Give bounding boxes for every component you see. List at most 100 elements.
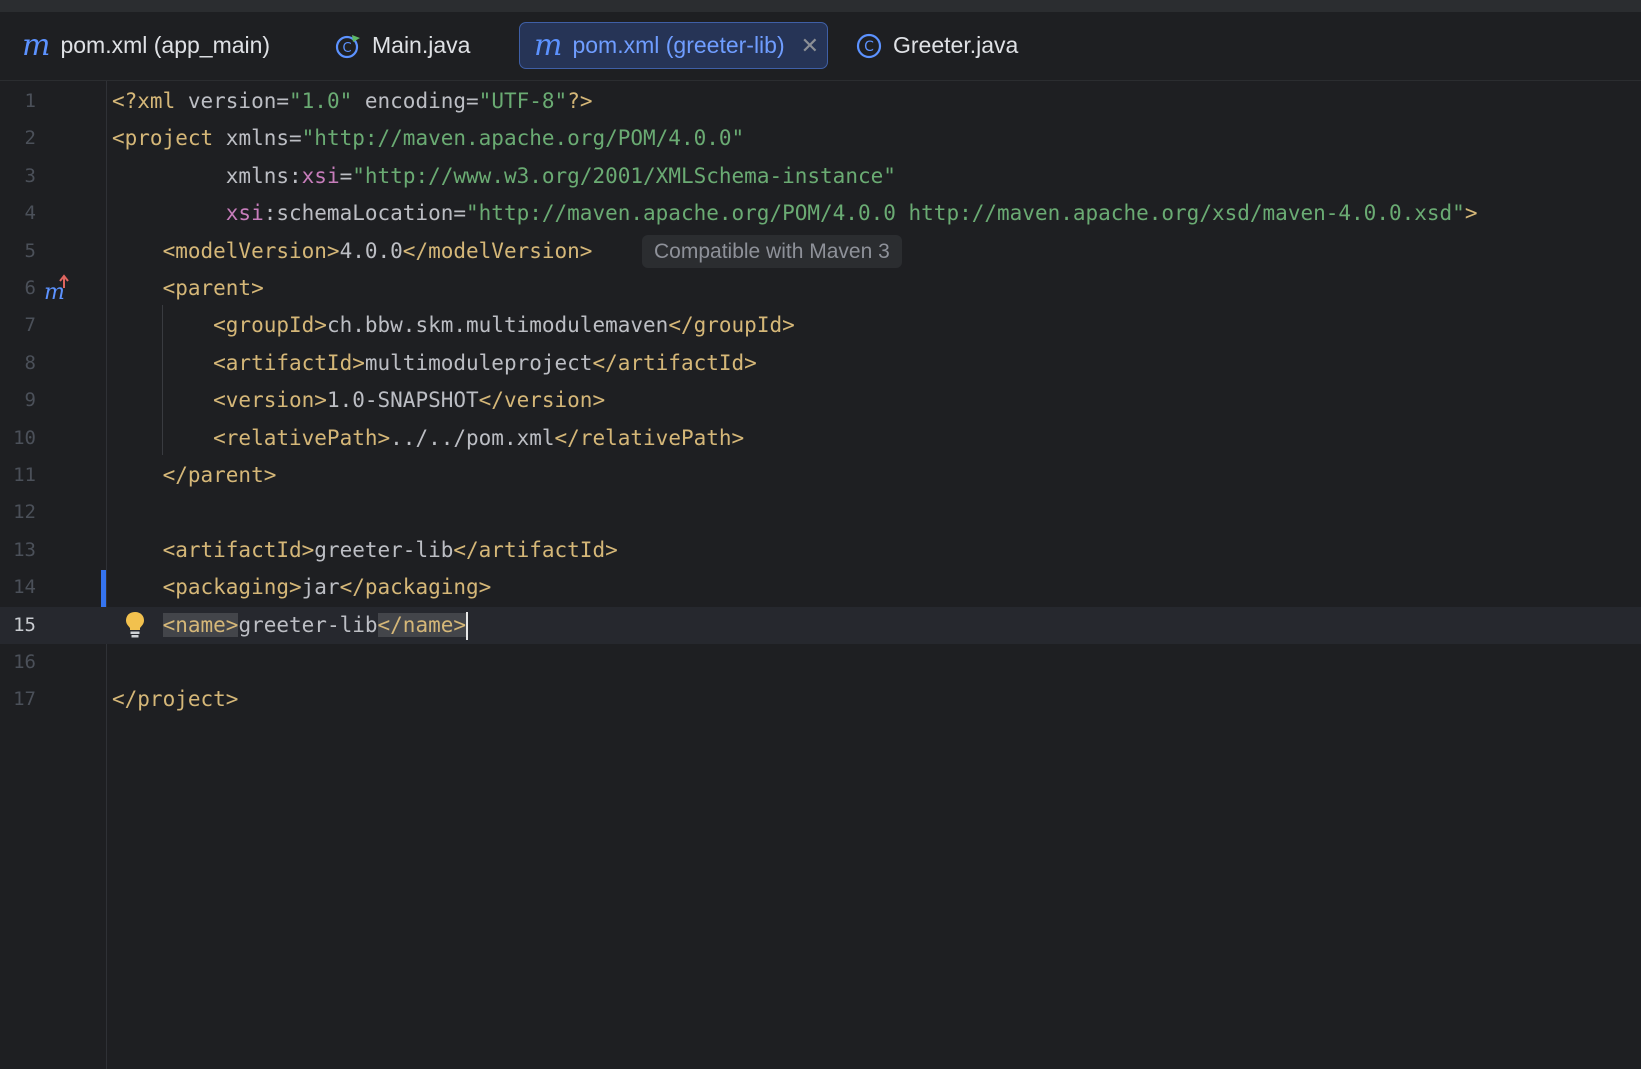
tab-pom-greeter-lib[interactable]: m pom.xml (greeter-lib) ✕ bbox=[519, 22, 828, 69]
code-line[interactable]: 2 <project xmlns="http://maven.apache.org… bbox=[0, 120, 1641, 157]
code-token: </groupId> bbox=[668, 313, 795, 338]
code-line[interactable]: 10 <relativePath>../../pom.xml</relative… bbox=[0, 420, 1641, 457]
code-token: <project bbox=[112, 126, 226, 151]
maven-icon: m bbox=[22, 27, 51, 63]
svg-text:C: C bbox=[864, 39, 874, 55]
code-token: "http://maven.apache.org/POM/4.0.0" bbox=[301, 126, 745, 151]
code-text[interactable]: <project xmlns="http://maven.apache.org/… bbox=[112, 120, 744, 157]
tab-label: pom.xml (greeter-lib) bbox=[572, 32, 785, 58]
code-text[interactable]: <parent> bbox=[112, 270, 264, 307]
line-number: 5 bbox=[24, 239, 36, 262]
code-token: </version> bbox=[478, 388, 606, 413]
code-token: :schemaLocation= bbox=[263, 201, 467, 226]
lightbulb-icon[interactable] bbox=[124, 611, 146, 644]
line-number: 9 bbox=[24, 389, 36, 412]
code-token: > bbox=[1464, 201, 1478, 226]
tab-label: Greeter.java bbox=[893, 32, 1019, 58]
code-token: </modelVersion> bbox=[402, 238, 593, 263]
code-token: "UTF-8" bbox=[478, 89, 568, 113]
line-number: 8 bbox=[24, 351, 36, 374]
code-text[interactable]: <version>1.0-SNAPSHOT</version> bbox=[112, 382, 605, 419]
code-token: xsi bbox=[112, 201, 264, 226]
line-number: 14 bbox=[13, 576, 36, 599]
code-line[interactable]: 17 </project> bbox=[0, 681, 1641, 718]
code-line[interactable]: 3 xmlns:xsi="http://www.w3.org/2001/XMLS… bbox=[0, 158, 1641, 195]
inlay-hint-maven-compat[interactable]: Compatible with Maven 3 bbox=[642, 234, 902, 268]
code-token: <version> bbox=[112, 388, 327, 413]
code-token: <relativePath> bbox=[112, 425, 391, 450]
code-token: <artifactId> bbox=[112, 537, 315, 562]
code-text[interactable]: </parent> bbox=[112, 457, 277, 494]
line-number: 4 bbox=[24, 202, 36, 225]
line-number: 11 bbox=[13, 464, 36, 486]
code-line[interactable]: 5 <modelVersion>4.0.0</modelVersion> Comp… bbox=[0, 233, 1641, 270]
tab-label: pom.xml (app_main) bbox=[60, 32, 271, 58]
code-text[interactable]: xmlns:xsi="http://www.w3.org/2001/XMLSch… bbox=[112, 158, 896, 195]
code-token: </artifactId> bbox=[592, 350, 757, 375]
code-token: 4.0.0 bbox=[339, 238, 403, 263]
code-text[interactable]: <?xml version="1.0" encoding="UTF-8"?> bbox=[112, 83, 592, 120]
code-line[interactable]: 14 <packaging>jar</packaging> bbox=[0, 569, 1641, 606]
code-token: "http://www.w3.org/2001/XMLSchema-instan… bbox=[352, 163, 896, 188]
line-number: 6 bbox=[24, 277, 36, 299]
code-line[interactable]: 15 <name>greeter-lib</name> bbox=[0, 606, 1641, 644]
code-token: <parent> bbox=[112, 276, 264, 300]
maven-icon: m bbox=[534, 27, 563, 63]
code-token: ../../pom.xml bbox=[390, 425, 555, 450]
code-token: 1.0-SNAPSHOT bbox=[326, 388, 479, 413]
code-line[interactable]: 16 bbox=[0, 644, 1641, 681]
code-token: ch.bbw.skm.multimodulemaven bbox=[326, 313, 669, 338]
code-text[interactable]: <name>greeter-lib</name> bbox=[112, 607, 469, 644]
line-number: 10 bbox=[13, 426, 36, 449]
line-number: 2 bbox=[24, 127, 36, 150]
code-line[interactable]: 1 <?xml version="1.0" encoding="UTF-8"?> bbox=[0, 83, 1641, 120]
close-tab-icon[interactable]: ✕ bbox=[801, 33, 819, 59]
code-token: </packaging> bbox=[339, 575, 492, 600]
code-line[interactable]: 7 <groupId>ch.bbw.skm.multimodulemaven</… bbox=[0, 307, 1641, 344]
code-line[interactable]: 11 </parent> bbox=[0, 457, 1641, 494]
code-token: xmlns: bbox=[112, 163, 302, 188]
code-text[interactable]: <packaging>jar</packaging> bbox=[112, 569, 492, 606]
line-number: 16 bbox=[13, 651, 36, 673]
code-token: encoding= bbox=[352, 89, 479, 113]
code-line[interactable]: 13 <artifactId>greeter-lib</artifactId> bbox=[0, 532, 1641, 569]
tab-main-java[interactable]: C Main.java bbox=[334, 22, 470, 69]
svg-text:C: C bbox=[342, 41, 351, 56]
line-number: 17 bbox=[13, 688, 36, 711]
code-token: </project> bbox=[112, 687, 239, 712]
code-token: "1.0" bbox=[289, 89, 353, 113]
code-token: <?xml bbox=[112, 89, 188, 113]
code-line[interactable]: 9 <version>1.0-SNAPSHOT</version> bbox=[0, 382, 1641, 419]
code-editor[interactable]: 1 <?xml version="1.0" encoding="UTF-8"?> 2… bbox=[0, 81, 1641, 1069]
code-text[interactable]: </project> bbox=[112, 681, 238, 718]
tab-greeter-java[interactable]: C Greeter.java bbox=[855, 22, 1018, 69]
window-top-strip bbox=[0, 0, 1641, 12]
tab-pom-app-main[interactable]: m pom.xml (app_main) bbox=[22, 22, 270, 69]
code-line[interactable]: 4 xsi:schemaLocation="http://maven.apach… bbox=[0, 195, 1641, 232]
code-token: ?> bbox=[567, 89, 593, 113]
code-text[interactable]: <relativePath>../../pom.xml</relativePat… bbox=[112, 420, 744, 457]
code-text[interactable]: xsi:schemaLocation="http://maven.apache.… bbox=[112, 195, 1478, 232]
code-text[interactable]: <artifactId>multimoduleproject</artifact… bbox=[112, 345, 757, 382]
code-token: greeter-lib bbox=[238, 612, 378, 637]
line-number: 1 bbox=[24, 90, 36, 112]
code-token: <artifactId> bbox=[112, 350, 365, 375]
code-line[interactable]: 12 bbox=[0, 494, 1641, 531]
code-line[interactable]: 6 <parent> m bbox=[0, 270, 1641, 307]
java-class-icon: C bbox=[855, 32, 883, 60]
code-token: version= bbox=[187, 89, 290, 113]
maven-parent-navigate-icon[interactable]: m bbox=[43, 270, 71, 307]
editor-tab-bar: m pom.xml (app_main) C Main.java m pom.x… bbox=[0, 12, 1641, 81]
code-token: xmlns= bbox=[225, 126, 302, 151]
code-text[interactable]: <groupId>ch.bbw.skm.multimodulemaven</gr… bbox=[112, 307, 795, 344]
code-line[interactable]: 8 <artifactId>multimoduleproject</artifa… bbox=[0, 345, 1641, 382]
line-number: 12 bbox=[13, 501, 36, 524]
code-text[interactable]: <artifactId>greeter-lib</artifactId> bbox=[112, 532, 618, 569]
line-number: 13 bbox=[13, 538, 36, 561]
code-token: </relativePath> bbox=[554, 425, 745, 450]
tab-label: Main.java bbox=[372, 32, 471, 58]
code-token: <modelVersion> bbox=[112, 238, 340, 263]
code-text[interactable]: <modelVersion>4.0.0</modelVersion> bbox=[112, 233, 593, 270]
code-token: </parent> bbox=[112, 463, 277, 487]
text-caret bbox=[466, 611, 469, 640]
